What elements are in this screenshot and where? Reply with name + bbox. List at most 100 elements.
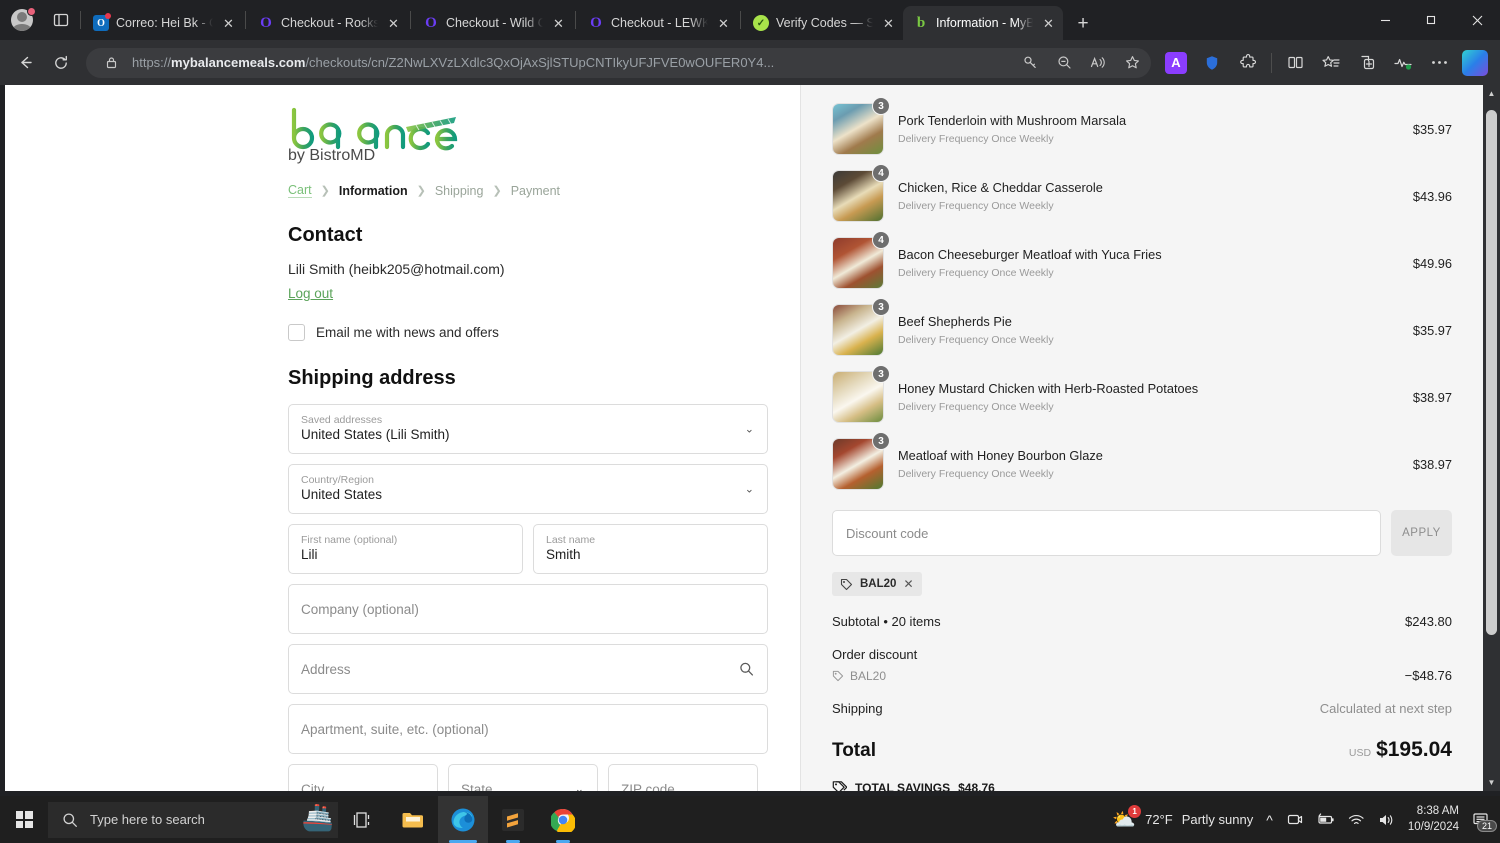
item-name: Pork Tenderloin with Mushroom Marsala [898, 113, 1127, 129]
tab-divider [740, 11, 741, 29]
show-hidden-icons-chevron[interactable]: ^ [1266, 812, 1273, 828]
maximize-button[interactable] [1408, 0, 1454, 40]
back-icon[interactable] [8, 48, 42, 78]
split-screen-icon[interactable] [1278, 48, 1312, 78]
store-logo[interactable]: by BistroMD [288, 105, 800, 165]
close-icon[interactable]: ✕ [880, 15, 897, 32]
shield-icon[interactable] [1195, 48, 1229, 78]
browser-tab-4[interactable]: O Checkout - LEWKIN ✕ [578, 6, 738, 40]
edge-button[interactable] [438, 796, 488, 843]
remove-discount-icon[interactable]: ✕ [903, 577, 913, 591]
read-aloud-icon[interactable] [1085, 50, 1111, 76]
scroll-up-icon[interactable]: ▲ [1483, 85, 1500, 102]
shipping-row: Shipping Calculated at next step [832, 701, 1452, 716]
reload-icon[interactable] [44, 48, 78, 78]
scroll-down-icon[interactable]: ▼ [1483, 774, 1500, 791]
close-icon[interactable]: ✕ [715, 15, 732, 32]
apply-discount-button[interactable]: APPLY [1391, 510, 1452, 556]
scrollbar-thumb[interactable] [1486, 110, 1497, 635]
file-explorer-button[interactable] [388, 796, 438, 843]
first-name-input[interactable]: First name (optional) Lili [288, 524, 523, 574]
breadcrumb-cart[interactable]: Cart [288, 183, 312, 198]
profile-button[interactable] [0, 0, 44, 40]
saved-addresses-select[interactable]: Saved addresses United States (Lili Smit… [288, 404, 768, 454]
tab-actions-icon[interactable] [44, 0, 78, 40]
collections-icon[interactable] [1350, 48, 1384, 78]
page-scrollbar[interactable]: ▲ ▼ [1483, 85, 1500, 791]
zip-input[interactable]: ZIP code [608, 764, 758, 791]
windows-taskbar: Type here to search 🚢 ⛅ 1 72°F Partly su… [0, 796, 1500, 843]
order-item-text: Meatloaf with Honey Bourbon Glaze Delive… [898, 448, 1399, 480]
logout-link[interactable]: Log out [288, 286, 333, 301]
start-button[interactable] [0, 796, 48, 843]
minimize-button[interactable] [1362, 0, 1408, 40]
order-item: 4 Bacon Cheeseburger Meatloaf with Yuca … [832, 231, 1452, 289]
city-input[interactable]: City [288, 764, 438, 791]
browser-tab-5[interactable]: ✓ Verify Codes — Simply ✕ [743, 6, 903, 40]
chrome-button[interactable] [538, 796, 588, 843]
address-bar[interactable]: https://mybalancemeals.com/checkouts/cn/… [86, 47, 1151, 78]
tab-title: Correo: Hei Bk - Outlook [116, 16, 213, 30]
key-icon[interactable] [1017, 50, 1043, 76]
close-window-button[interactable] [1454, 0, 1500, 40]
company-input[interactable]: Company (optional) [288, 584, 768, 634]
state-select[interactable]: State ⌄ [448, 764, 598, 791]
browser-tab-2[interactable]: O Checkout - Rockstar Original ✕ [248, 6, 408, 40]
search-icon[interactable] [739, 662, 754, 677]
newsletter-row[interactable]: Email me with news and offers [288, 324, 800, 341]
close-icon[interactable]: ✕ [220, 15, 237, 32]
browser-tab-3[interactable]: O Checkout - Wild Oak Boutique ✕ [413, 6, 573, 40]
volume-icon[interactable] [1378, 813, 1395, 827]
tab-divider [80, 11, 81, 29]
item-quantity-badge: 3 [872, 365, 890, 383]
newsletter-checkbox[interactable] [288, 324, 305, 341]
wifi-icon[interactable] [1348, 813, 1365, 827]
discount-code-input[interactable]: Discount code [832, 510, 1381, 556]
extension-a-button[interactable]: A [1159, 48, 1193, 78]
new-tab-button[interactable]: + [1067, 8, 1099, 40]
order-item: 3 Honey Mustard Chicken with Herb-Roaste… [832, 365, 1452, 423]
country-region-select[interactable]: Country/Region United States ⌄ [288, 464, 768, 514]
item-subtitle: Delivery Frequency Once Weekly [898, 333, 1054, 346]
close-icon[interactable]: ✕ [1040, 15, 1057, 32]
battery-icon[interactable] [1316, 813, 1335, 826]
total-currency: USD [1348, 747, 1372, 759]
settings-more-icon[interactable] [1422, 48, 1456, 78]
extensions-puzzle-icon[interactable] [1231, 48, 1265, 78]
apartment-input[interactable]: Apartment, suite, etc. (optional) [288, 704, 768, 754]
favorite-star-icon[interactable] [1119, 50, 1145, 76]
address-input[interactable]: Address [288, 644, 768, 694]
favorites-list-icon[interactable] [1314, 48, 1348, 78]
notification-center-button[interactable]: 21 [1472, 812, 1497, 832]
browser-tab-1[interactable]: O Correo: Hei Bk - Outlook ✕ [83, 6, 243, 40]
last-name-label: Last name [546, 533, 596, 546]
subtotal-label: Subtotal • 20 items [832, 614, 941, 629]
last-name-input[interactable]: Last name Smith [533, 524, 768, 574]
tab-title: Checkout - Wild Oak Boutique [446, 16, 543, 30]
chevron-down-icon: ⌄ [744, 483, 754, 496]
item-name: Chicken, Rice & Cheddar Casserole [898, 180, 1103, 196]
browser-essentials-icon[interactable] [1386, 48, 1420, 78]
url-text: https://mybalancemeals.com/checkouts/cn/… [132, 55, 1009, 70]
browser-tab-6-active[interactable]: b Information - MyBalanceMeals ✕ [903, 6, 1063, 40]
item-price: $43.96 [1412, 188, 1452, 204]
task-view-button[interactable] [338, 796, 388, 843]
order-discount-detail: BAL20 −$48.76 [832, 668, 1452, 683]
system-tray: ⛅ 1 72°F Partly sunny ^ 8:38 AM 10/9/202… [1112, 804, 1500, 835]
taskbar-clock[interactable]: 8:38 AM 10/9/2024 [1408, 804, 1459, 835]
zip-placeholder: ZIP code [621, 781, 675, 792]
taskbar-search[interactable]: Type here to search 🚢 [48, 801, 338, 838]
order-item-text: Honey Mustard Chicken with Herb-Roasted … [898, 381, 1399, 413]
close-icon[interactable]: ✕ [385, 15, 402, 32]
camera-icon[interactable] [1286, 812, 1303, 827]
tab-divider [575, 11, 576, 29]
breadcrumb-information[interactable]: Information [339, 184, 408, 198]
close-icon[interactable]: ✕ [550, 15, 567, 32]
copilot-icon[interactable] [1458, 48, 1492, 78]
name-row: First name (optional) Lili Last name Smi… [288, 524, 800, 584]
sublime-button[interactable] [488, 796, 538, 843]
weather-widget[interactable]: ⛅ 1 72°F Partly sunny [1112, 804, 1253, 832]
zoom-out-icon[interactable] [1051, 50, 1077, 76]
clock-time: 8:38 AM [1416, 804, 1459, 817]
chrome-icon [551, 808, 575, 832]
